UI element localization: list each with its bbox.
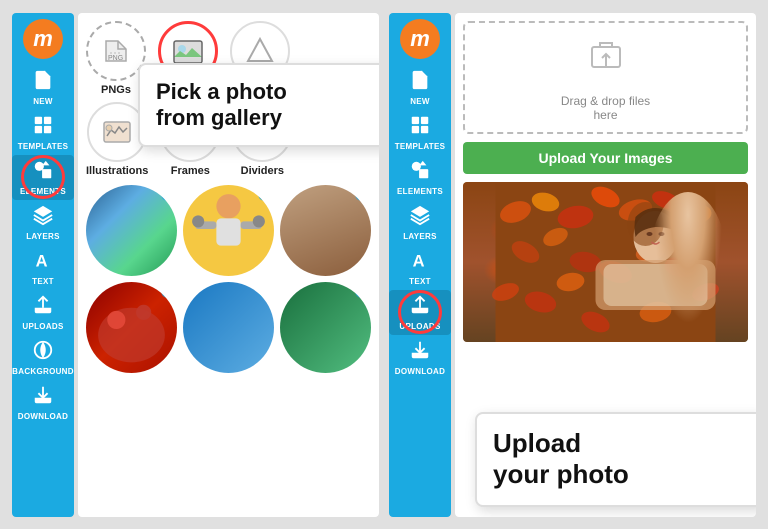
frames-label: Frames	[171, 165, 210, 177]
info-icon-5[interactable]: i	[258, 284, 272, 298]
svg-text:PNG: PNG	[108, 55, 123, 62]
upload-content: Drag & drop files here Upload Your Image…	[455, 13, 756, 517]
logo-right[interactable]: m	[400, 19, 440, 59]
sidebar-right-layers[interactable]: LAYERS	[389, 200, 451, 245]
templates-icon	[32, 114, 54, 141]
sidebar-right-label-templates: TEMPLATES	[395, 142, 446, 151]
tooltip-pick-text: Pick a photo from gallery	[156, 79, 379, 132]
sidebar-item-layers[interactable]: LAYERS	[12, 200, 74, 245]
category-pngs[interactable]: PNG PNGs	[86, 21, 146, 96]
sidebar-label-elements: ELEMENTS	[20, 187, 66, 196]
thumb-6[interactable]: i	[280, 282, 371, 373]
logo-letter: m	[33, 26, 53, 52]
templates-icon-r	[409, 114, 431, 141]
svg-text:A: A	[36, 252, 48, 270]
cloud-upload-icon	[588, 39, 624, 76]
sidebar-item-text[interactable]: A TEXT	[12, 245, 74, 290]
sidebar-right-label-text: TEXT	[409, 277, 431, 286]
logo[interactable]: m	[23, 19, 63, 59]
logo-letter-right: m	[410, 26, 430, 52]
sidebar-right-elements[interactable]: ELEMENTS	[389, 155, 451, 200]
thumb-5[interactable]: i	[183, 282, 274, 373]
gallery-area: PNG PNGs Photos	[78, 13, 379, 517]
sidebar-item-elements[interactable]: ELEMENTS	[12, 155, 74, 200]
new-icon	[32, 69, 54, 96]
sidebar-right-label-new: NEW	[410, 97, 430, 106]
left-sidebar: m NEW	[12, 13, 74, 517]
sidebar-item-background[interactable]: BACKGROUND	[12, 335, 74, 380]
sidebar-right-text[interactable]: A TEXT	[389, 245, 451, 290]
sidebar-right-label-elements: ELEMENTS	[397, 187, 443, 196]
sidebar-item-templates[interactable]: TEMPLATES	[12, 110, 74, 155]
sidebar-right-templates[interactable]: TEMPLATES	[389, 110, 451, 155]
text-icon-r: A	[409, 249, 431, 276]
new-icon-r	[409, 69, 431, 96]
thumb-3[interactable]: i	[280, 185, 371, 276]
info-icon-6[interactable]: i	[355, 284, 369, 298]
sidebar-label-templates: TEMPLATES	[18, 142, 69, 151]
right-panel: m NEW	[389, 13, 756, 517]
sidebar-right-uploads[interactable]: UPLOADS	[389, 290, 451, 335]
download-icon	[32, 384, 54, 411]
info-icon-2[interactable]: i	[258, 187, 272, 201]
background-icon	[32, 339, 54, 366]
drop-zone[interactable]: Drag & drop files here	[463, 21, 748, 134]
text-icon: A	[32, 249, 54, 276]
sidebar-item-uploads[interactable]: UPLOADS	[12, 290, 74, 335]
uploads-icon-r	[409, 294, 431, 321]
screenshot-container: m NEW	[4, 5, 764, 525]
pngs-label: PNGs	[101, 84, 131, 96]
uploads-icon	[32, 294, 54, 321]
right-sidebar: m NEW	[389, 13, 451, 517]
illustrations-label: Illustrations	[86, 165, 148, 177]
sidebar-right-new[interactable]: NEW	[389, 65, 451, 110]
svg-text:A: A	[413, 252, 425, 270]
thumb-1[interactable]: i	[86, 185, 177, 276]
photo-grid: i i i	[86, 185, 371, 373]
info-icon-3[interactable]: i	[355, 187, 369, 201]
sidebar-right-label-uploads: UPLOADS	[399, 322, 440, 331]
sidebar-right-download[interactable]: DOWNLOAD	[389, 335, 451, 380]
sidebar-label-new: NEW	[33, 97, 53, 106]
layers-icon-r	[409, 204, 431, 231]
tooltip-upload-text: Upload your photo	[493, 428, 748, 490]
sidebar-label-download: DOWNLOAD	[18, 412, 68, 421]
sidebar-label-background: BACKGROUND	[12, 367, 74, 376]
dividers-label: Dividers	[241, 165, 284, 177]
sidebar-right-label-layers: LAYERS	[403, 232, 437, 241]
sidebar-right-label-download: DOWNLOAD	[395, 367, 445, 376]
info-icon-1[interactable]: i	[161, 187, 175, 201]
sidebar-item-new[interactable]: NEW	[12, 65, 74, 110]
sidebar-label-layers: LAYERS	[26, 232, 60, 241]
tooltip-upload-photo: Upload your photo	[475, 412, 756, 506]
download-icon-r	[409, 339, 431, 366]
info-icon-4[interactable]: i	[161, 284, 175, 298]
thumb-2[interactable]: i	[183, 185, 274, 276]
photo-preview	[463, 182, 748, 342]
drop-zone-text: Drag & drop files here	[561, 80, 650, 122]
sidebar-label-text: TEXT	[32, 277, 54, 286]
elements-icon-r	[409, 159, 431, 186]
sidebar-item-download[interactable]: DOWNLOAD	[12, 380, 74, 425]
tooltip-pick-photo: Pick a photo from gallery	[138, 63, 379, 148]
upload-button[interactable]: Upload Your Images	[463, 142, 748, 174]
sidebar-label-uploads: UPLOADS	[22, 322, 63, 331]
elements-icon	[32, 159, 54, 186]
thumb-4[interactable]: i	[86, 282, 177, 373]
pngs-circle: PNG	[86, 21, 146, 81]
left-panel: m NEW	[12, 13, 379, 517]
layers-icon	[32, 204, 54, 231]
